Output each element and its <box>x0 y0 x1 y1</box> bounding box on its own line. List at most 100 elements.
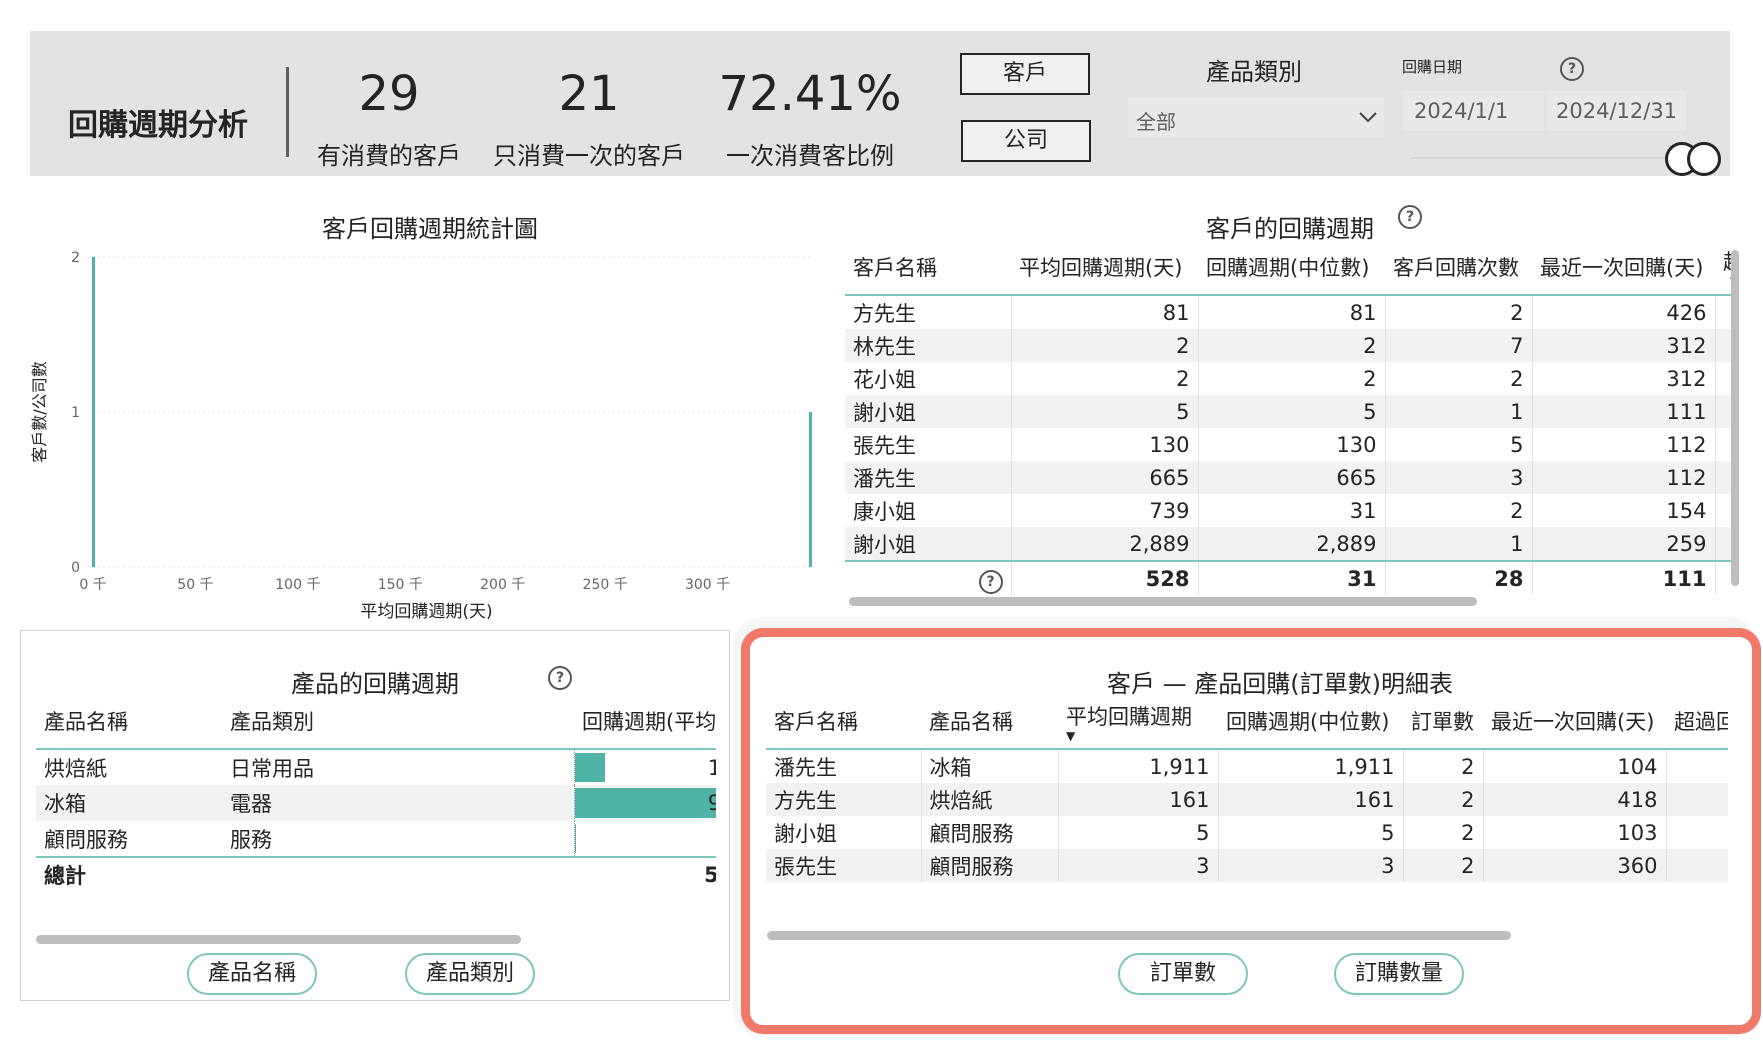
x-axis-label: 平均回購週期(天) <box>360 602 492 622</box>
column-header[interactable]: 回購週期(平均) <box>574 694 716 749</box>
cell: 5 <box>1057 816 1218 849</box>
bar <box>92 257 95 567</box>
column-header[interactable]: 客戶名稱 <box>845 240 1011 295</box>
total-cell: 520 <box>574 856 716 891</box>
table-row[interactable]: 潘先生 冰箱 1,911 1,911 2 104 <box>766 749 1728 783</box>
table-row[interactable]: 謝小姐 5 5 1 111 <box>845 395 1735 428</box>
column-header[interactable]: 產品名稱 <box>921 694 1058 749</box>
table-row[interactable]: 冰箱 電器 958 <box>36 785 716 821</box>
bar <box>809 412 812 567</box>
customer-table: 客戶名稱 平均回購週期(天) 回購週期(中位數) 客戶回購次數 最近一次回購(天… <box>845 240 1735 595</box>
quantity-button[interactable]: 訂購數量 <box>1334 953 1464 995</box>
cell: 2,889 <box>1197 527 1385 561</box>
help-icon[interactable]: ? <box>548 666 572 690</box>
column-header[interactable]: 最近一次回購(天) <box>1483 694 1666 749</box>
orders-button[interactable]: 訂單數 <box>1118 953 1248 995</box>
x-tick-label: 250 千 <box>583 577 628 593</box>
date-slicer-title: 回購日期 <box>1402 58 1463 76</box>
cell: 360 <box>1482 849 1666 882</box>
cell: 冰箱 <box>36 785 222 821</box>
table-row[interactable]: 林先生 2 2 7 312 <box>845 329 1735 362</box>
horizontal-scrollbar[interactable] <box>849 597 1477 606</box>
cell: 2 <box>1402 816 1483 849</box>
table-row[interactable]: 謝小姐 顧問服務 5 5 2 103 <box>766 816 1728 849</box>
cell: 2 <box>1384 362 1532 395</box>
horizontal-scrollbar[interactable] <box>36 935 521 944</box>
table-row[interactable]: 方先生 81 81 2 426 <box>845 295 1735 329</box>
product-category-button[interactable]: 產品類別 <box>405 953 535 995</box>
cell: 張先生 <box>766 849 921 882</box>
cell: 1,911 <box>1057 749 1218 783</box>
customer-table-title: 客戶的回購週期 <box>1206 215 1374 243</box>
y-tick-label: 1 <box>71 405 80 421</box>
cell: 259 <box>1531 527 1715 561</box>
table-row[interactable]: 謝小姐 2,889 2,889 1 259 <box>845 527 1735 561</box>
column-header[interactable]: 平均回購週期(天) <box>1011 240 1198 295</box>
cell: 2 <box>1402 849 1483 882</box>
column-header[interactable]: 最近一次回購(天) <box>1532 240 1715 295</box>
sort-desc-icon: ▼ <box>1066 729 1076 743</box>
table-row[interactable]: 顧問服務 服務 3 <box>36 821 716 857</box>
cell: 665 <box>1197 461 1385 494</box>
date-range-track[interactable] <box>1410 157 1665 159</box>
category-dropdown-value: 全部 <box>1136 110 1176 134</box>
help-icon[interactable]: ? <box>978 570 1003 594</box>
cell: 130 <box>1197 428 1385 461</box>
cell: 103 <box>1482 816 1666 849</box>
cell: 冰箱 <box>920 749 1058 783</box>
category-dropdown[interactable]: 全部 <box>1128 98 1384 138</box>
column-header[interactable]: 產品類別 <box>222 694 574 749</box>
table-row[interactable]: 花小姐 2 2 2 312 <box>845 362 1735 395</box>
column-header[interactable]: 客戶名稱 <box>766 694 921 749</box>
kpi-customers-value: 29 <box>358 66 420 122</box>
cell: 花小姐 <box>853 367 916 392</box>
end-date-input[interactable]: 2024/12/31 <box>1547 91 1686 131</box>
column-header[interactable]: 客戶回購次數 <box>1385 240 1532 295</box>
cell: 665 <box>1010 461 1198 494</box>
cell: 顧問服務 <box>920 849 1058 882</box>
cell: 2 <box>1402 783 1483 816</box>
cell: 謝小姐 <box>845 395 1011 428</box>
total-label: 總計 <box>36 856 222 891</box>
total-cell: 31 <box>1197 560 1385 595</box>
table-row[interactable]: 烘焙紙 日常用品 161 <box>36 749 716 785</box>
column-header[interactable]: 回購週期(中位數) <box>1218 694 1403 749</box>
cell: 2 <box>1384 494 1532 527</box>
product-table-viewport: 產品名稱 產品類別 回購週期(平均) 烘焙紙 日常用品 161 冰箱 電器 95… <box>36 694 716 894</box>
column-header[interactable]: 回購週期(中位數) <box>1198 240 1385 295</box>
table-row[interactable]: 張先生 130 130 5 112 <box>845 428 1735 461</box>
start-date-input[interactable]: 2024/1/1 <box>1403 91 1544 131</box>
data-bar <box>575 788 716 818</box>
help-icon[interactable]: ? <box>1560 57 1584 81</box>
customer-table-viewport: 客戶名稱 平均回購週期(天) 回購週期(中位數) 客戶回購次數 最近一次回購(天… <box>845 240 1735 602</box>
cell: 3 <box>1217 849 1403 882</box>
column-header[interactable]: 訂單數 <box>1403 694 1483 749</box>
cell: 104 <box>1482 749 1666 783</box>
table-row[interactable]: 潘先生 665 665 3 112 <box>845 461 1735 494</box>
cell: 112 <box>1531 461 1715 494</box>
cell: 電器 <box>222 785 574 821</box>
table-row[interactable]: 方先生 烘焙紙 161 161 2 418 <box>766 783 1728 816</box>
cell: 5 <box>1217 816 1403 849</box>
cell: 5 <box>1010 395 1198 428</box>
cell: 2 <box>1197 362 1385 395</box>
company-button[interactable]: 公司 <box>961 120 1091 162</box>
detail-table: 客戶名稱 產品名稱 平均回購週期 ▼ 回購週期(中位數) 訂單數 最近一次回購(天… <box>766 694 1728 882</box>
data-bar <box>575 753 606 782</box>
cell: 烘焙紙 <box>920 783 1058 816</box>
horizontal-scrollbar[interactable] <box>767 931 1511 940</box>
column-header[interactable]: 超過回 <box>1666 694 1728 749</box>
column-header[interactable]: 平均回購週期 ▼ <box>1058 694 1218 749</box>
table-row[interactable]: 康小姐 739 31 2 154 <box>845 494 1735 527</box>
cell: 418 <box>1482 783 1666 816</box>
product-name-button[interactable]: 產品名稱 <box>187 953 317 995</box>
customer-button[interactable]: 客戶 <box>960 53 1090 95</box>
category-slicer-title: 產品類別 <box>1206 58 1302 86</box>
table-row[interactable]: 張先生 顧問服務 3 3 2 360 <box>766 849 1728 882</box>
help-icon[interactable]: ? <box>1398 205 1422 229</box>
vertical-scrollbar[interactable] <box>1731 250 1739 586</box>
column-header-label: 平均回購週期 <box>1066 705 1192 729</box>
date-slider-handle-end[interactable] <box>1687 142 1721 176</box>
x-tick-label: 150 千 <box>378 577 423 593</box>
column-header[interactable]: 產品名稱 <box>36 694 222 749</box>
